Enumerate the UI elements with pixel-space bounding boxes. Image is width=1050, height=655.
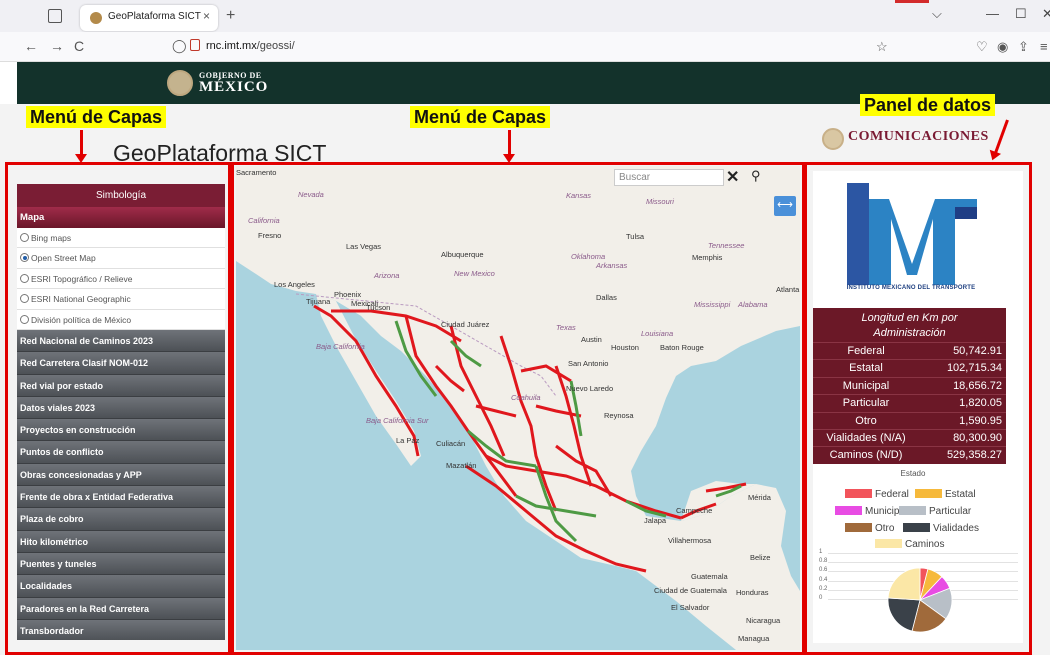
browser-tab-bar: GeoPlataforma SICT × + ⌵ — ☐ ✕ bbox=[0, 0, 1050, 32]
ministry-name: COMUNICACIONES bbox=[848, 129, 989, 144]
pocket-icon[interactable]: ♡ bbox=[976, 39, 988, 55]
bookmark-star-icon[interactable]: ☆ bbox=[876, 39, 888, 55]
maximize-icon[interactable]: ☐ bbox=[1015, 6, 1027, 22]
forward-button[interactable]: → bbox=[50, 38, 64, 54]
favicon-icon bbox=[90, 12, 102, 24]
browser-nav-bar: ← → C ◯ rnc.imt.mx/geossi/ ☆ ♡ ◉ ⇪ ≡ bbox=[0, 32, 1050, 62]
tab-list-icon[interactable] bbox=[48, 9, 62, 23]
annotation-label-center: Menú de Capas bbox=[410, 106, 551, 128]
browser-tab[interactable]: GeoPlataforma SICT × bbox=[80, 5, 218, 31]
back-button[interactable]: ← bbox=[24, 38, 38, 54]
url-path: /geossi/ bbox=[256, 40, 295, 52]
share-icon[interactable]: ⇪ bbox=[1018, 39, 1029, 55]
annotation-box-right bbox=[804, 162, 1032, 655]
annotation-label-left: Menú de Capas bbox=[26, 106, 167, 128]
comunicaciones-seal-icon bbox=[822, 128, 844, 150]
annotation-arrow-center bbox=[503, 130, 515, 163]
gobierno-seal-icon bbox=[167, 70, 193, 96]
annotation-arrow-left bbox=[75, 130, 87, 163]
annotation-label-right: Panel de datos bbox=[860, 94, 996, 116]
account-icon[interactable]: ◉ bbox=[997, 39, 1008, 55]
url-domain: rnc.imt.mx bbox=[206, 40, 257, 52]
tab-overflow-icon[interactable]: ⌵ bbox=[932, 6, 942, 22]
new-tab-button[interactable]: + bbox=[226, 7, 235, 25]
tracking-shield-icon[interactable]: ◯ bbox=[172, 38, 187, 54]
minimize-icon[interactable]: — bbox=[986, 6, 999, 21]
tab-close-icon[interactable]: × bbox=[203, 9, 210, 23]
reload-button[interactable]: C bbox=[74, 38, 84, 54]
menu-icon[interactable]: ≡ bbox=[1040, 39, 1048, 54]
lock-icon[interactable] bbox=[190, 39, 200, 51]
close-window-icon[interactable]: ✕ bbox=[1042, 6, 1050, 22]
gob-line-2: MÉXICO bbox=[199, 79, 269, 95]
annotation-box-left bbox=[5, 162, 234, 655]
annotation-box-center bbox=[228, 162, 805, 655]
url-bar[interactable]: rnc.imt.mx/geossi/ bbox=[206, 40, 295, 52]
tab-title: GeoPlataforma SICT bbox=[108, 11, 201, 22]
red-highlight-mark bbox=[895, 0, 929, 3]
